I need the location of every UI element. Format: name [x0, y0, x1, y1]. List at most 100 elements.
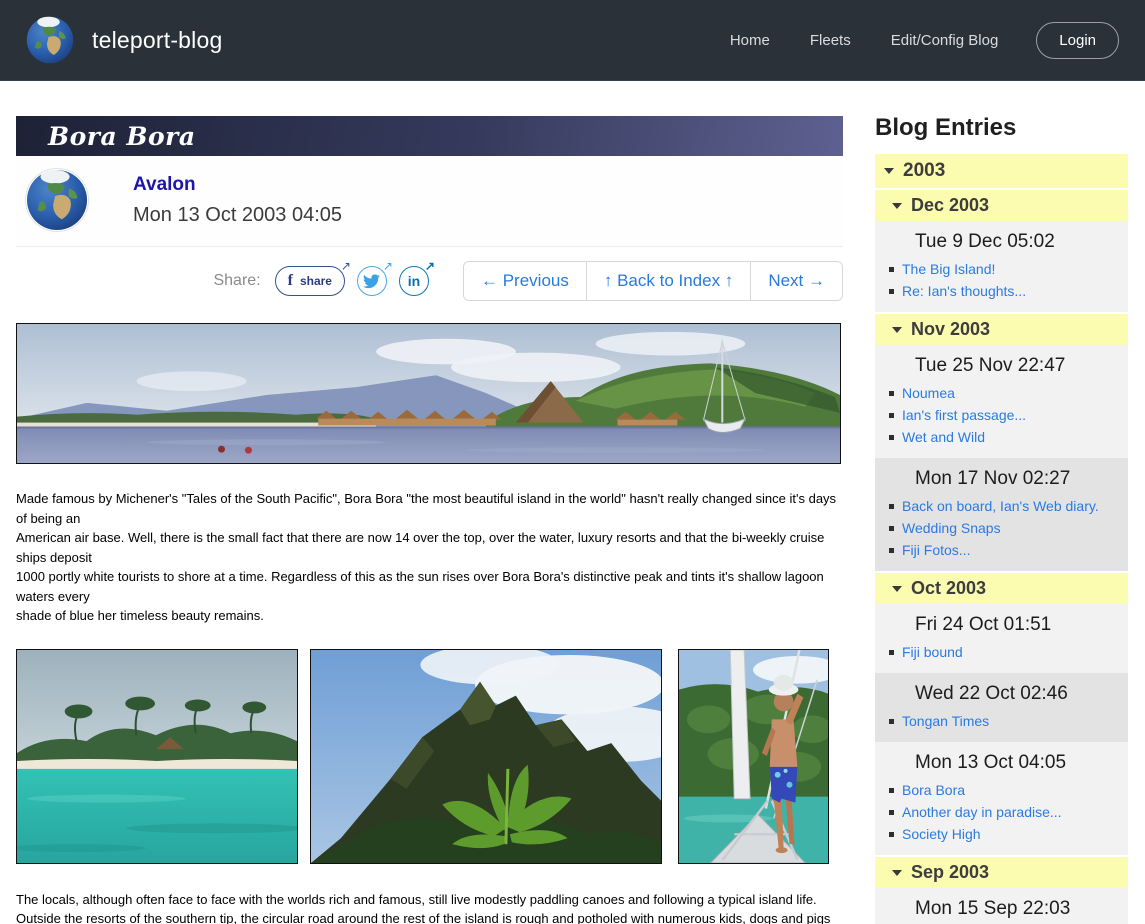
entry-date: Fri 24 Oct 01:51 — [915, 614, 1128, 636]
external-link-icon: ↗ — [341, 260, 351, 272]
entry-item: Wet and Wild — [889, 428, 1128, 447]
square-bullet-icon — [889, 526, 894, 531]
post-article: Bora Bora Avalon Mon 13 Oct 2003 04:05 S… — [16, 81, 843, 924]
square-bullet-icon — [889, 267, 894, 272]
post-paragraph-1: Made famous by Michener's "Tales of the … — [16, 489, 843, 626]
entry-date: Mon 15 Sep 22:03 — [915, 898, 1128, 920]
date-group: Fri 24 Oct 01:51 Fiji bound — [875, 604, 1128, 673]
chevron-down-icon — [892, 870, 902, 876]
post-paragraph-2: The locals, although often face to face … — [16, 890, 843, 924]
entry-link[interactable]: Re: Ian's thoughts... — [902, 282, 1026, 301]
date-group: Mon 15 Sep 22:03 Magic Moorea Tales of t… — [875, 888, 1128, 924]
photo-sailor-on-bow — [678, 649, 829, 864]
next-button[interactable]: Next → — [750, 262, 842, 300]
entry-item: Back on board, Ian's Web diary. — [889, 497, 1128, 516]
blog-entries-sidebar: Blog Entries 2003 Dec 2003 Tue 9 Dec 05:… — [875, 81, 1128, 924]
date-group: Tue 25 Nov 22:47 Noumea Ian's first pass… — [875, 345, 1128, 458]
navbar-links: Home Fleets Edit/Config Blog Login — [690, 22, 1119, 59]
nav-link-edit-config-blog[interactable]: Edit/Config Blog — [891, 32, 999, 49]
entry-link[interactable]: Ian's first passage... — [902, 406, 1026, 425]
month-label: Nov 2003 — [911, 319, 990, 340]
login-button[interactable]: Login — [1036, 22, 1119, 59]
facebook-icon: f — [288, 272, 293, 290]
entry-link[interactable]: Another day in paradise... — [902, 803, 1062, 822]
square-bullet-icon — [889, 413, 894, 418]
chevron-down-icon — [892, 203, 902, 209]
chevron-down-icon — [892, 327, 902, 333]
entry-date: Wed 22 Oct 02:46 — [915, 683, 1128, 705]
share-row: Share: f share ↗ ↗ in ↗ — [16, 261, 843, 301]
square-bullet-icon — [889, 650, 894, 655]
photo-row — [16, 649, 843, 864]
date-group: Mon 13 Oct 04:05 Bora Bora Another day i… — [875, 742, 1128, 855]
entry-item: Noumea — [889, 384, 1128, 403]
entry-link[interactable]: Noumea — [902, 384, 955, 403]
month-toggle[interactable]: Nov 2003 — [875, 312, 1128, 345]
sidebar-title: Blog Entries — [875, 114, 1128, 142]
square-bullet-icon — [889, 504, 894, 509]
entry-link[interactable]: Back on board, Ian's Web diary. — [902, 497, 1099, 516]
brand[interactable]: teleport-blog — [26, 16, 222, 64]
month-toggle[interactable]: Sep 2003 — [875, 855, 1128, 888]
entry-item: Tongan Times — [889, 712, 1128, 731]
entry-item: Society High — [889, 825, 1128, 844]
post-title: Bora Bora — [48, 122, 196, 151]
chevron-down-icon — [884, 168, 894, 174]
linkedin-icon: in — [408, 273, 420, 289]
nav-link-home[interactable]: Home — [730, 32, 770, 49]
month-label: Dec 2003 — [911, 195, 989, 216]
square-bullet-icon — [889, 832, 894, 837]
entry-item: The Big Island! — [889, 260, 1128, 279]
square-bullet-icon — [889, 289, 894, 294]
sidebar-months: Dec 2003 Tue 9 Dec 05:02 The Big Island!… — [875, 188, 1128, 924]
hero-photo-bora-bora-lagoon — [16, 323, 841, 464]
post-date: Mon 13 Oct 2003 04:05 — [133, 204, 342, 226]
share-label: Share: — [213, 272, 260, 290]
post-nav-group: ← Previous ↑ Back to Index ↑ Next → — [463, 261, 843, 301]
date-group: Tue 9 Dec 05:02 The Big Island! Re: Ian'… — [875, 221, 1128, 312]
entry-link[interactable]: Wedding Snaps — [902, 519, 1001, 538]
entry-link[interactable]: Society High — [902, 825, 981, 844]
square-bullet-icon — [889, 719, 894, 724]
brand-title: teleport-blog — [92, 27, 222, 54]
year-toggle-2003[interactable]: 2003 — [875, 154, 1128, 188]
post-meta: Avalon Mon 13 Oct 2003 04:05 — [16, 156, 843, 247]
square-bullet-icon — [889, 810, 894, 815]
back-to-index-button[interactable]: ↑ Back to Index ↑ — [586, 262, 750, 300]
globe-logo-icon — [26, 16, 74, 64]
entry-link[interactable]: Fiji bound — [902, 643, 963, 662]
date-group: Mon 17 Nov 02:27 Back on board, Ian's We… — [875, 458, 1128, 571]
entry-link[interactable]: Tongan Times — [902, 712, 989, 731]
author-link[interactable]: Avalon — [133, 174, 196, 196]
entry-link[interactable]: The Big Island! — [902, 260, 995, 279]
month-toggle[interactable]: Oct 2003 — [875, 571, 1128, 604]
entry-item: Wedding Snaps — [889, 519, 1128, 538]
external-link-icon: ↗ — [383, 260, 393, 272]
external-link-icon: ↗ — [425, 260, 435, 272]
month-toggle[interactable]: Dec 2003 — [875, 188, 1128, 221]
linkedin-share-button[interactable]: in ↗ — [399, 266, 429, 296]
square-bullet-icon — [889, 391, 894, 396]
twitter-share-button[interactable]: ↗ — [357, 266, 387, 296]
facebook-share-button[interactable]: f share ↗ — [275, 266, 345, 296]
entry-date: Mon 13 Oct 04:05 — [915, 752, 1128, 774]
entry-item: Ian's first passage... — [889, 406, 1128, 425]
entry-item: Another day in paradise... — [889, 803, 1128, 822]
entry-link[interactable]: Bora Bora — [902, 781, 965, 800]
twitter-icon — [363, 274, 380, 289]
entry-date: Tue 25 Nov 22:47 — [915, 355, 1128, 377]
square-bullet-icon — [889, 788, 894, 793]
post-title-banner: Bora Bora — [16, 116, 843, 156]
entry-link[interactable]: Fiji Fotos... — [902, 541, 970, 560]
month-label: Oct 2003 — [911, 578, 986, 599]
nav-link-fleets[interactable]: Fleets — [810, 32, 851, 49]
author-avatar — [25, 168, 89, 232]
entry-link[interactable]: Wet and Wild — [902, 428, 985, 447]
square-bullet-icon — [889, 548, 894, 553]
square-bullet-icon — [889, 435, 894, 440]
chevron-down-icon — [892, 586, 902, 592]
previous-button[interactable]: ← Previous — [464, 262, 586, 300]
entry-item: Re: Ian's thoughts... — [889, 282, 1128, 301]
photo-mountain-peak — [310, 649, 662, 864]
entry-item: Bora Bora — [889, 781, 1128, 800]
